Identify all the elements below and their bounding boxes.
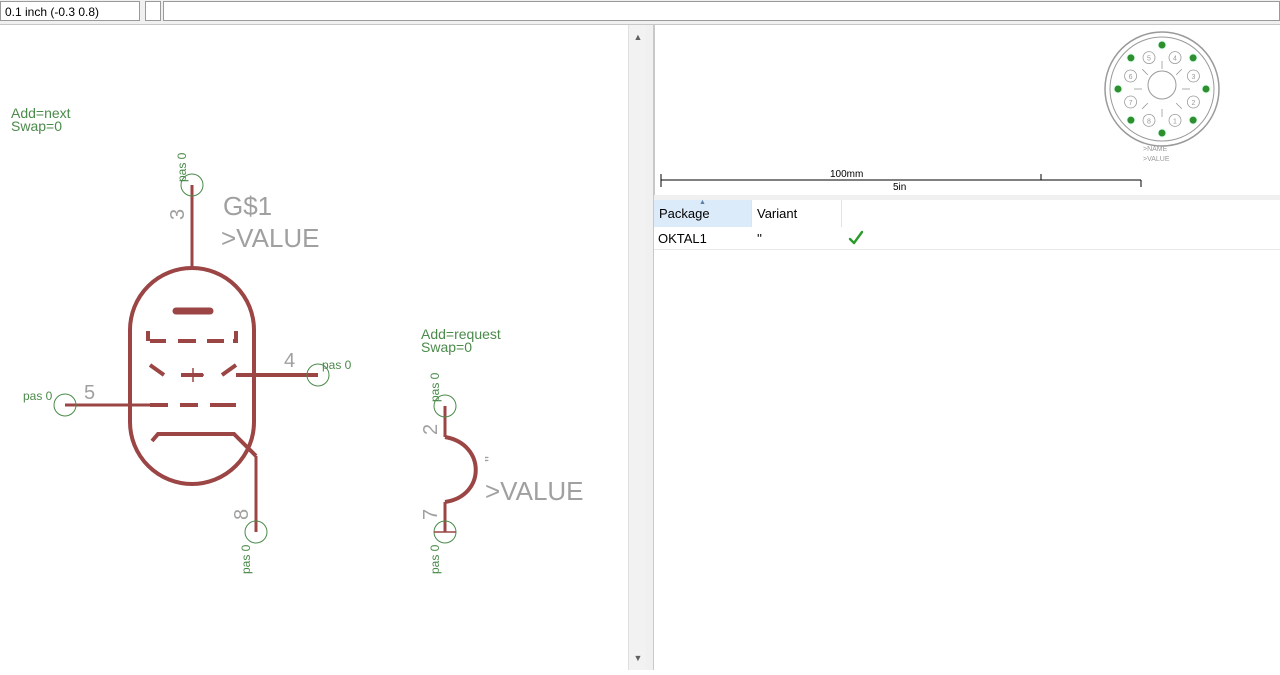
heater-pin-7-number: 7	[420, 509, 442, 520]
cell-variant: ''	[757, 231, 762, 246]
tube-pin-8-label: pas 0	[239, 544, 253, 574]
socket-pads: 4 3 2 1 8 7 6 5	[1113, 40, 1211, 138]
heater-filament	[444, 435, 478, 504]
table-row[interactable]: OKTAL1 ''	[654, 227, 1280, 250]
schematic-scrollbar[interactable]: ▲ ▼	[628, 25, 647, 670]
schematic-canvas[interactable]: Add=next Swap=0 G$1 >VALUE 3 pas 0 4 pas…	[0, 25, 628, 670]
tube-pin-8[interactable]	[244, 456, 268, 544]
scale-in-label: 5in	[893, 182, 906, 193]
toolbar-toggle-button[interactable]	[145, 1, 161, 21]
scroll-down-arrow-icon[interactable]: ▼	[629, 650, 647, 666]
heater-name: ''	[483, 456, 500, 462]
socket-pad	[1201, 84, 1211, 94]
socket-tick	[1175, 102, 1183, 110]
heater-pin-2-number: 2	[420, 424, 442, 435]
check-icon	[844, 227, 874, 249]
socket-pin-number: 5	[1147, 56, 1151, 63]
socket-pin-number: 3	[1191, 74, 1195, 81]
package-preview: 4 3 2 1 8 7 6 5 >NAME >VALUE 100mm 5in	[654, 25, 1280, 195]
heater-pin-7-label: pas 0	[428, 544, 442, 574]
column-header-package[interactable]: ▲ Package	[654, 199, 752, 227]
socket-tick	[1141, 102, 1149, 110]
socket-tick	[1175, 68, 1183, 76]
socket-pad	[1113, 84, 1123, 94]
sort-ascending-icon: ▲	[699, 199, 706, 206]
heater-pin-2-label: pas 0	[428, 372, 442, 402]
socket-pin-number: 7	[1129, 100, 1133, 107]
table-header: ▲ Package Variant	[654, 199, 1280, 228]
socket-pin-number: 6	[1129, 74, 1133, 81]
top-toolbar: 0.1 inch (-0.3 0.8)	[0, 0, 1280, 25]
tube-pin-4-label: pas 0	[322, 358, 352, 372]
variants-table: ▲ Package Variant OKTAL1 ''	[654, 199, 1280, 670]
vertical-splitter[interactable]	[646, 25, 654, 670]
column-header-variant-label: Variant	[757, 206, 798, 221]
scale-mm-label: 100mm	[830, 169, 863, 180]
socket-pin-number: 4	[1173, 56, 1177, 63]
tube-attr-swap: Swap=0	[11, 118, 62, 134]
cell-package: OKTAL1	[658, 231, 707, 246]
origin-marker	[182, 368, 204, 382]
tube-pin-3-label: pas 0	[175, 152, 189, 182]
socket-pin-number: 1	[1173, 118, 1177, 125]
tube-value: >VALUE	[221, 223, 320, 253]
tube-pin-3-number: 3	[167, 209, 189, 220]
socket-pad	[1157, 40, 1167, 50]
tube-pin-3[interactable]	[180, 173, 204, 268]
heater-value: >VALUE	[485, 476, 584, 506]
tube-pin-5-label: pas 0	[23, 389, 53, 403]
coordinate-display: 0.1 inch (-0.3 0.8)	[0, 1, 140, 21]
scroll-up-arrow-icon[interactable]: ▲	[629, 29, 647, 45]
socket-pad	[1188, 115, 1198, 125]
tube-pin-8-number: 8	[231, 509, 253, 520]
socket-pad	[1188, 53, 1198, 63]
tube-pin-5-number: 5	[84, 382, 95, 404]
column-header-package-label: Package	[659, 206, 710, 221]
socket-pad	[1126, 115, 1136, 125]
command-input[interactable]	[163, 1, 1280, 21]
tube-pin-4-number: 4	[284, 350, 295, 372]
socket-pad	[1126, 53, 1136, 63]
socket-pin-number: 2	[1191, 100, 1195, 107]
package-value-text: >VALUE	[1143, 156, 1170, 163]
tube-name: G$1	[223, 191, 272, 221]
column-header-variant[interactable]: Variant	[752, 200, 842, 227]
heater-pin-7[interactable]	[433, 502, 457, 544]
package-name-text: >NAME	[1143, 146, 1168, 153]
socket-pad	[1157, 128, 1167, 138]
heater-attr-swap: Swap=0	[421, 339, 472, 355]
socket-tick	[1141, 68, 1149, 76]
grid-3	[146, 331, 238, 343]
socket-pin-number: 8	[1147, 118, 1151, 125]
cathode	[150, 432, 258, 458]
